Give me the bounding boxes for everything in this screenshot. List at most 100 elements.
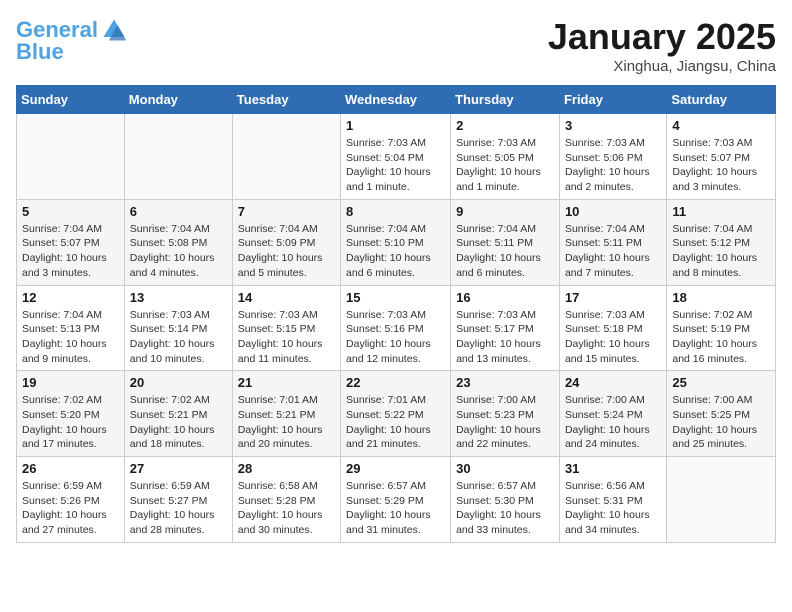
day-number: 1 (346, 118, 445, 133)
calendar-cell: 25 Sunrise: 7:00 AM Sunset: 5:25 PM Dayli… (667, 371, 776, 457)
day-number: 11 (672, 204, 770, 219)
day-info: Sunrise: 7:03 AM Sunset: 5:04 PM Dayligh… (346, 136, 445, 195)
day-info: Sunrise: 6:57 AM Sunset: 5:30 PM Dayligh… (456, 479, 554, 538)
weekday-header-row: SundayMondayTuesdayWednesdayThursdayFrid… (17, 86, 776, 114)
day-info: Sunrise: 7:02 AM Sunset: 5:21 PM Dayligh… (130, 393, 227, 452)
day-number: 7 (238, 204, 335, 219)
day-info: Sunrise: 7:01 AM Sunset: 5:21 PM Dayligh… (238, 393, 335, 452)
week-row-3: 12 Sunrise: 7:04 AM Sunset: 5:13 PM Dayli… (17, 285, 776, 371)
day-info: Sunrise: 6:59 AM Sunset: 5:26 PM Dayligh… (22, 479, 119, 538)
title-block: January 2025 Xinghua, Jiangsu, China (548, 16, 776, 75)
day-info: Sunrise: 7:03 AM Sunset: 5:07 PM Dayligh… (672, 136, 770, 195)
day-number: 23 (456, 375, 554, 390)
calendar-cell: 31 Sunrise: 6:56 AM Sunset: 5:31 PM Dayli… (559, 457, 666, 543)
day-number: 10 (565, 204, 661, 219)
calendar-cell: 11 Sunrise: 7:04 AM Sunset: 5:12 PM Dayli… (667, 199, 776, 285)
calendar-cell: 3 Sunrise: 7:03 AM Sunset: 5:06 PM Daylig… (559, 114, 666, 200)
day-info: Sunrise: 7:03 AM Sunset: 5:14 PM Dayligh… (130, 308, 227, 367)
day-info: Sunrise: 7:00 AM Sunset: 5:23 PM Dayligh… (456, 393, 554, 452)
calendar-cell: 2 Sunrise: 7:03 AM Sunset: 5:05 PM Daylig… (451, 114, 560, 200)
day-info: Sunrise: 7:02 AM Sunset: 5:20 PM Dayligh… (22, 393, 119, 452)
calendar-cell: 9 Sunrise: 7:04 AM Sunset: 5:11 PM Daylig… (451, 199, 560, 285)
day-info: Sunrise: 7:04 AM Sunset: 5:11 PM Dayligh… (565, 222, 661, 281)
calendar-cell: 24Sunrise: 7:00 AM Sunset: 5:24 PM Dayli… (559, 371, 666, 457)
calendar-cell: 30 Sunrise: 6:57 AM Sunset: 5:30 PM Dayli… (451, 457, 560, 543)
day-number: 17 (565, 290, 661, 305)
day-info: Sunrise: 7:04 AM Sunset: 5:12 PM Dayligh… (672, 222, 770, 281)
calendar-table: SundayMondayTuesdayWednesdayThursdayFrid… (16, 85, 776, 543)
day-info: Sunrise: 7:03 AM Sunset: 5:15 PM Dayligh… (238, 308, 335, 367)
day-number: 19 (22, 375, 119, 390)
day-number: 18 (672, 290, 770, 305)
day-info: Sunrise: 6:58 AM Sunset: 5:28 PM Dayligh… (238, 479, 335, 538)
day-info: Sunrise: 6:59 AM Sunset: 5:27 PM Dayligh… (130, 479, 227, 538)
calendar-cell: 27 Sunrise: 6:59 AM Sunset: 5:27 PM Dayli… (124, 457, 232, 543)
logo: General Blue (16, 16, 128, 64)
day-number: 4 (672, 118, 770, 133)
calendar-body: 1 Sunrise: 7:03 AM Sunset: 5:04 PM Daylig… (17, 114, 776, 543)
day-info: Sunrise: 7:04 AM Sunset: 5:11 PM Dayligh… (456, 222, 554, 281)
day-info: Sunrise: 6:57 AM Sunset: 5:29 PM Dayligh… (346, 479, 445, 538)
day-info: Sunrise: 7:04 AM Sunset: 5:08 PM Dayligh… (130, 222, 227, 281)
week-row-5: 26Sunrise: 6:59 AM Sunset: 5:26 PM Dayli… (17, 457, 776, 543)
calendar-cell (17, 114, 125, 200)
calendar-cell: 29 Sunrise: 6:57 AM Sunset: 5:29 PM Dayli… (341, 457, 451, 543)
calendar-cell: 15Sunrise: 7:03 AM Sunset: 5:16 PM Dayli… (341, 285, 451, 371)
day-number: 13 (130, 290, 227, 305)
day-info: Sunrise: 7:04 AM Sunset: 5:10 PM Dayligh… (346, 222, 445, 281)
calendar-cell: 19 Sunrise: 7:02 AM Sunset: 5:20 PM Dayli… (17, 371, 125, 457)
day-number: 8 (346, 204, 445, 219)
calendar-cell: 4 Sunrise: 7:03 AM Sunset: 5:07 PM Daylig… (667, 114, 776, 200)
day-number: 27 (130, 461, 227, 476)
day-number: 2 (456, 118, 554, 133)
calendar-cell: 5 Sunrise: 7:04 AM Sunset: 5:07 PM Daylig… (17, 199, 125, 285)
calendar-cell: 10 Sunrise: 7:04 AM Sunset: 5:11 PM Dayli… (559, 199, 666, 285)
weekday-header-monday: Monday (124, 86, 232, 114)
day-number: 14 (238, 290, 335, 305)
calendar-cell: 28 Sunrise: 6:58 AM Sunset: 5:28 PM Dayli… (232, 457, 340, 543)
day-number: 3 (565, 118, 661, 133)
day-info: Sunrise: 7:01 AM Sunset: 5:22 PM Dayligh… (346, 393, 445, 452)
day-number: 9 (456, 204, 554, 219)
weekday-header-wednesday: Wednesday (341, 86, 451, 114)
day-number: 28 (238, 461, 335, 476)
calendar-cell: 22Sunrise: 7:01 AM Sunset: 5:22 PM Dayli… (341, 371, 451, 457)
day-number: 20 (130, 375, 227, 390)
day-number: 29 (346, 461, 445, 476)
day-info: Sunrise: 7:04 AM Sunset: 5:13 PM Dayligh… (22, 308, 119, 367)
day-number: 15 (346, 290, 445, 305)
calendar-cell: 16 Sunrise: 7:03 AM Sunset: 5:17 PM Dayli… (451, 285, 560, 371)
weekday-header-tuesday: Tuesday (232, 86, 340, 114)
day-number: 12 (22, 290, 119, 305)
day-info: Sunrise: 7:03 AM Sunset: 5:05 PM Dayligh… (456, 136, 554, 195)
calendar-cell: 8 Sunrise: 7:04 AM Sunset: 5:10 PM Daylig… (341, 199, 451, 285)
weekday-header-saturday: Saturday (667, 86, 776, 114)
calendar-cell: 20 Sunrise: 7:02 AM Sunset: 5:21 PM Dayli… (124, 371, 232, 457)
calendar-cell: 18 Sunrise: 7:02 AM Sunset: 5:19 PM Dayli… (667, 285, 776, 371)
logo-icon (100, 16, 128, 44)
day-info: Sunrise: 7:02 AM Sunset: 5:19 PM Dayligh… (672, 308, 770, 367)
week-row-4: 19 Sunrise: 7:02 AM Sunset: 5:20 PM Dayli… (17, 371, 776, 457)
day-info: Sunrise: 7:03 AM Sunset: 5:06 PM Dayligh… (565, 136, 661, 195)
day-info: Sunrise: 7:03 AM Sunset: 5:18 PM Dayligh… (565, 308, 661, 367)
weekday-header-friday: Friday (559, 86, 666, 114)
calendar-cell: 13 Sunrise: 7:03 AM Sunset: 5:14 PM Dayli… (124, 285, 232, 371)
day-info: Sunrise: 7:04 AM Sunset: 5:09 PM Dayligh… (238, 222, 335, 281)
calendar-cell: 1 Sunrise: 7:03 AM Sunset: 5:04 PM Daylig… (341, 114, 451, 200)
day-number: 25 (672, 375, 770, 390)
location: Xinghua, Jiangsu, China (548, 58, 776, 75)
day-info: Sunrise: 7:04 AM Sunset: 5:07 PM Dayligh… (22, 222, 119, 281)
calendar-cell: 23 Sunrise: 7:00 AM Sunset: 5:23 PM Dayli… (451, 371, 560, 457)
day-info: Sunrise: 6:56 AM Sunset: 5:31 PM Dayligh… (565, 479, 661, 538)
day-info: Sunrise: 7:03 AM Sunset: 5:17 PM Dayligh… (456, 308, 554, 367)
calendar-cell: 7 Sunrise: 7:04 AM Sunset: 5:09 PM Daylig… (232, 199, 340, 285)
day-number: 31 (565, 461, 661, 476)
day-number: 30 (456, 461, 554, 476)
calendar-cell (124, 114, 232, 200)
day-info: Sunrise: 7:00 AM Sunset: 5:25 PM Dayligh… (672, 393, 770, 452)
day-number: 5 (22, 204, 119, 219)
day-number: 21 (238, 375, 335, 390)
day-number: 16 (456, 290, 554, 305)
calendar-cell: 17 Sunrise: 7:03 AM Sunset: 5:18 PM Dayli… (559, 285, 666, 371)
weekday-header-sunday: Sunday (17, 86, 125, 114)
